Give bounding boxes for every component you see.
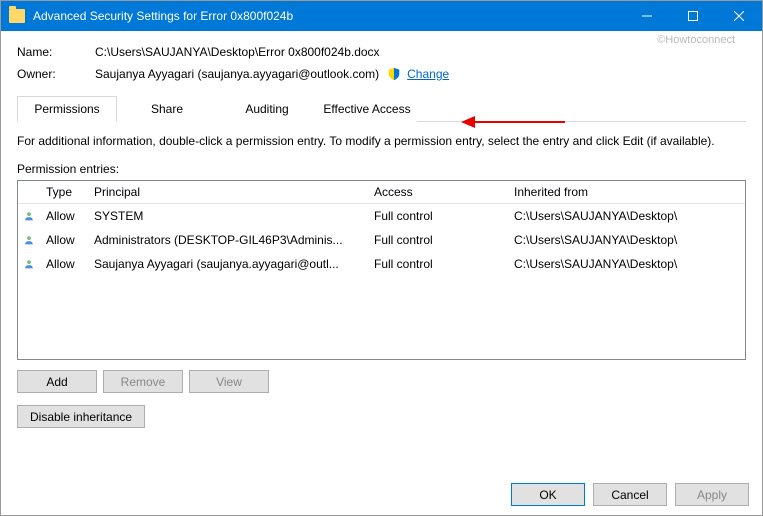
entry-type: Allow (40, 229, 88, 251)
owner-label: Owner: (17, 67, 95, 81)
entry-buttons: Add Remove View (17, 370, 746, 393)
name-label: Name: (17, 45, 95, 59)
entry-access: Full control (368, 253, 508, 275)
tab-permissions[interactable]: Permissions (17, 96, 117, 122)
entry-inherited: C:\Users\SAUJANYA\Desktop\ (508, 205, 745, 227)
view-button[interactable]: View (189, 370, 269, 393)
footer-buttons: OK Cancel Apply (511, 483, 749, 506)
maximize-button[interactable] (670, 1, 716, 31)
column-type[interactable]: Type (40, 181, 88, 203)
remove-button[interactable]: Remove (103, 370, 183, 393)
tab-auditing[interactable]: Auditing (217, 96, 317, 122)
entry-principal: SYSTEM (88, 205, 368, 227)
ok-button[interactable]: OK (511, 483, 585, 506)
permission-entry[interactable]: AllowSYSTEMFull controlC:\Users\SAUJANYA… (18, 204, 745, 228)
user-icon (18, 228, 40, 252)
column-inherited[interactable]: Inherited from (508, 181, 745, 203)
name-value: C:\Users\SAUJANYA\Desktop\Error 0x800f02… (95, 45, 380, 59)
permission-entries-list[interactable]: Type Principal Access Inherited from All… (17, 180, 746, 360)
name-row: Name: C:\Users\SAUJANYA\Desktop\Error 0x… (17, 45, 746, 59)
close-button[interactable] (716, 1, 762, 31)
entry-principal: Saujanya Ayyagari (saujanya.ayyagari@out… (88, 253, 368, 275)
user-icon (18, 204, 40, 228)
entry-access: Full control (368, 205, 508, 227)
user-icon (18, 252, 40, 276)
entries-header: Type Principal Access Inherited from (18, 181, 745, 204)
change-owner-link[interactable]: Change (407, 67, 449, 81)
permission-entry[interactable]: AllowSaujanya Ayyagari (saujanya.ayyagar… (18, 252, 745, 276)
permission-entry[interactable]: AllowAdministrators (DESKTOP-GIL46P3\Adm… (18, 228, 745, 252)
entry-inherited: C:\Users\SAUJANYA\Desktop\ (508, 253, 745, 275)
minimize-button[interactable] (624, 1, 670, 31)
content-area: Name: C:\Users\SAUJANYA\Desktop\Error 0x… (1, 31, 762, 438)
tab-bar: Permissions Share Auditing Effective Acc… (17, 95, 746, 122)
tab-effective-access[interactable]: Effective Access (317, 96, 417, 122)
info-text: For additional information, double-click… (17, 134, 746, 148)
window-controls (624, 1, 762, 31)
apply-button[interactable]: Apply (675, 483, 749, 506)
disable-inheritance-button[interactable]: Disable inheritance (17, 405, 145, 428)
tab-share[interactable]: Share (117, 96, 217, 122)
entry-access: Full control (368, 229, 508, 251)
tab-content: For additional information, double-click… (17, 122, 746, 428)
entry-inherited: C:\Users\SAUJANYA\Desktop\ (508, 229, 745, 251)
column-principal[interactable]: Principal (88, 181, 368, 203)
entries-label: Permission entries: (17, 162, 746, 176)
owner-row: Owner: Saujanya Ayyagari (saujanya.ayyag… (17, 67, 746, 81)
cancel-button[interactable]: Cancel (593, 483, 667, 506)
entry-type: Allow (40, 253, 88, 275)
shield-icon (387, 67, 401, 81)
entry-principal: Administrators (DESKTOP-GIL46P3\Adminis.… (88, 229, 368, 251)
folder-icon (9, 9, 25, 23)
column-access[interactable]: Access (368, 181, 508, 203)
window-title: Advanced Security Settings for Error 0x8… (33, 9, 624, 23)
titlebar: Advanced Security Settings for Error 0x8… (1, 1, 762, 31)
entry-type: Allow (40, 205, 88, 227)
owner-value: Saujanya Ayyagari (saujanya.ayyagari@out… (95, 67, 379, 81)
add-button[interactable]: Add (17, 370, 97, 393)
